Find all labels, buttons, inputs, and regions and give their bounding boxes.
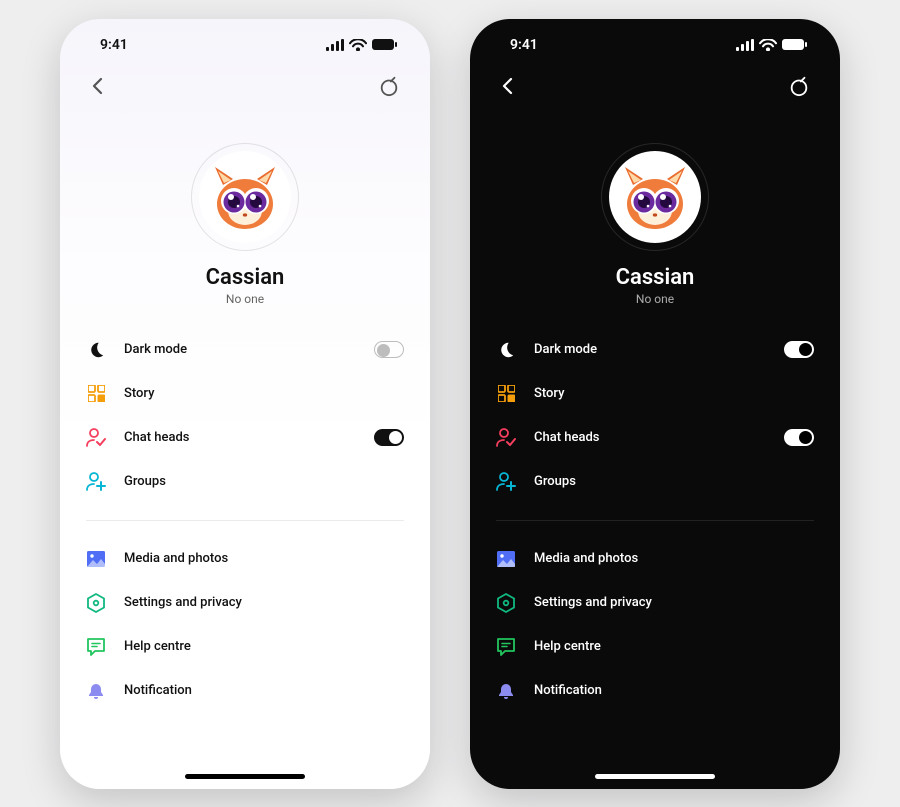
moon-icon: [86, 340, 106, 360]
dark-mode-label: Dark mode: [534, 342, 766, 357]
chat-heads-toggle[interactable]: [374, 429, 404, 446]
groups-icon: [86, 472, 106, 492]
edit-button[interactable]: [378, 75, 400, 97]
home-indicator[interactable]: [185, 774, 305, 779]
status-bar: 9:41: [86, 35, 404, 53]
help-label: Help centre: [124, 639, 404, 654]
row-groups[interactable]: Groups: [86, 472, 404, 492]
chevron-left-icon: [90, 77, 108, 95]
notification-icon: [496, 681, 516, 701]
notification-icon: [86, 681, 106, 701]
dark-mode-toggle[interactable]: [784, 341, 814, 358]
back-button[interactable]: [90, 77, 108, 95]
help-icon: [496, 637, 516, 657]
notification-label: Notification: [124, 683, 404, 698]
row-story[interactable]: Story: [496, 384, 814, 404]
media-label: Media and photos: [534, 551, 814, 566]
groups-icon: [496, 472, 516, 492]
profile-subtitle: No one: [636, 292, 674, 306]
story-label: Story: [534, 386, 814, 401]
row-story[interactable]: Story: [86, 384, 404, 404]
battery-icon: [782, 39, 808, 51]
wifi-icon: [349, 39, 367, 51]
chat-heads-label: Chat heads: [534, 430, 766, 445]
profile-subtitle: No one: [226, 292, 264, 306]
avatar-cat-icon: [205, 158, 285, 236]
edit-icon: [788, 75, 810, 97]
status-time: 9:41: [510, 37, 538, 53]
row-privacy[interactable]: Settings and privacy: [496, 593, 814, 613]
row-media[interactable]: Media and photos: [86, 549, 404, 569]
status-indicators: [326, 39, 398, 51]
profile-name: Cassian: [616, 265, 695, 290]
phone-light: 9:41 Cassian No one Dark mode: [60, 19, 430, 789]
signal-icon: [736, 39, 754, 51]
row-dark-mode[interactable]: Dark mode: [496, 340, 814, 360]
row-groups[interactable]: Groups: [496, 472, 814, 492]
status-time: 9:41: [100, 37, 128, 53]
dark-mode-label: Dark mode: [124, 342, 356, 357]
privacy-label: Settings and privacy: [124, 595, 404, 610]
profile-section: Cassian No one: [496, 143, 814, 306]
divider: [496, 520, 814, 521]
groups-label: Groups: [534, 474, 814, 489]
phone-dark: 9:41 Cassian No one Dark mode: [470, 19, 840, 789]
privacy-icon: [496, 593, 516, 613]
media-icon: [496, 549, 516, 569]
settings-list: Dark mode Story Chat heads Groups: [86, 340, 404, 701]
media-label: Media and photos: [124, 551, 404, 566]
row-chat-heads[interactable]: Chat heads: [496, 428, 814, 448]
avatar[interactable]: [191, 143, 299, 251]
back-button[interactable]: [500, 77, 518, 95]
wifi-icon: [759, 39, 777, 51]
avatar-cat-icon: [615, 158, 695, 236]
chat-heads-icon: [496, 428, 516, 448]
home-indicator[interactable]: [595, 774, 715, 779]
help-label: Help centre: [534, 639, 814, 654]
status-indicators: [736, 39, 808, 51]
status-bar: 9:41: [496, 35, 814, 53]
profile-section: Cassian No one: [86, 143, 404, 306]
signal-icon: [326, 39, 344, 51]
row-help[interactable]: Help centre: [496, 637, 814, 657]
story-icon: [86, 384, 106, 404]
edit-button[interactable]: [788, 75, 810, 97]
divider: [86, 520, 404, 521]
header: [496, 53, 814, 97]
media-icon: [86, 549, 106, 569]
story-label: Story: [124, 386, 404, 401]
privacy-icon: [86, 593, 106, 613]
row-dark-mode[interactable]: Dark mode: [86, 340, 404, 360]
notification-label: Notification: [534, 683, 814, 698]
settings-list: Dark mode Story Chat heads Groups: [496, 340, 814, 701]
row-notification[interactable]: Notification: [496, 681, 814, 701]
battery-icon: [372, 39, 398, 51]
privacy-label: Settings and privacy: [534, 595, 814, 610]
chat-heads-icon: [86, 428, 106, 448]
moon-icon: [496, 340, 516, 360]
help-icon: [86, 637, 106, 657]
row-help[interactable]: Help centre: [86, 637, 404, 657]
dark-mode-toggle[interactable]: [374, 341, 404, 358]
row-notification[interactable]: Notification: [86, 681, 404, 701]
chat-heads-toggle[interactable]: [784, 429, 814, 446]
row-privacy[interactable]: Settings and privacy: [86, 593, 404, 613]
chevron-left-icon: [500, 77, 518, 95]
row-chat-heads[interactable]: Chat heads: [86, 428, 404, 448]
row-media[interactable]: Media and photos: [496, 549, 814, 569]
profile-name: Cassian: [206, 265, 285, 290]
chat-heads-label: Chat heads: [124, 430, 356, 445]
edit-icon: [378, 75, 400, 97]
header: [86, 53, 404, 97]
avatar[interactable]: [601, 143, 709, 251]
story-icon: [496, 384, 516, 404]
groups-label: Groups: [124, 474, 404, 489]
